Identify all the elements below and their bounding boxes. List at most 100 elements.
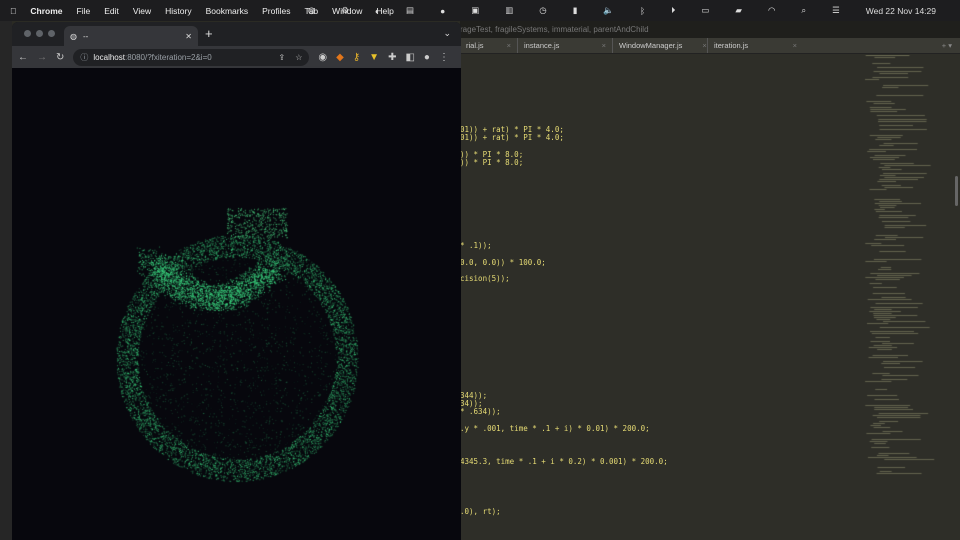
status-icon[interactable]: ▥ xyxy=(505,5,513,16)
editor-title: rageTest, fragileSystems, immaterial, pa… xyxy=(460,21,960,38)
url-path: :8080/?fxiteration=2&i=0 xyxy=(124,52,212,62)
minimize-window-button[interactable] xyxy=(36,30,43,37)
tab-label: instance.js xyxy=(524,41,560,50)
status-icon[interactable]: ▤ xyxy=(406,5,414,16)
menu-view[interactable]: View xyxy=(133,6,151,16)
status-icon[interactable]: ▮ xyxy=(573,5,578,16)
battery-icon[interactable]: ▰ xyxy=(735,5,742,16)
extension-icon[interactable]: ◉ xyxy=(318,52,327,63)
apple-icon[interactable]:  xyxy=(10,6,16,16)
side-panel-icon[interactable]: ◧ xyxy=(405,52,414,63)
new-tab-button[interactable]: + xyxy=(205,26,213,41)
volume-icon[interactable]: 🔈 xyxy=(603,5,614,16)
tab-label: rial.js xyxy=(466,41,484,50)
close-icon[interactable]: × xyxy=(602,41,606,50)
menu-edit[interactable]: Edit xyxy=(104,6,119,16)
back-button[interactable]: ← xyxy=(18,52,28,63)
editor-tab-active[interactable]: iteration.js × xyxy=(708,38,803,53)
menu-profiles[interactable]: Profiles xyxy=(262,6,290,16)
metamask-extension-icon[interactable]: ◆ xyxy=(336,52,344,63)
status-icon[interactable]: ⚙ xyxy=(341,5,349,16)
close-window-button[interactable] xyxy=(24,30,31,37)
status-icon[interactable]: ● xyxy=(440,6,445,16)
code-line: )) * PI * 8.0; xyxy=(460,158,524,168)
close-tab-icon[interactable]: ✕ xyxy=(185,32,192,41)
code-line: 0.0, 0.0)) * 100.0; xyxy=(460,257,546,267)
more-menu-icon[interactable]: ⋮ xyxy=(439,52,449,63)
url-host: localhost xyxy=(93,52,125,62)
tab-search-chevron-icon[interactable]: ⌄ xyxy=(443,28,451,39)
time-machine-icon[interactable]: ◷ xyxy=(539,5,546,16)
code-line: cision(5)); xyxy=(460,274,510,284)
code-line: * .1)); xyxy=(460,241,492,251)
maximize-window-button[interactable] xyxy=(48,30,55,37)
tab-strip: ◍ -- ✕ + ⌄ xyxy=(12,22,461,46)
menu-bookmarks[interactable]: Bookmarks xyxy=(206,6,249,16)
editor-tab[interactable]: WindowManager.js × xyxy=(613,38,708,53)
code-line: 344)); xyxy=(460,390,488,400)
code-area[interactable]: 01)) + rat) * PI * 4.0; 01)) + rat) * PI … xyxy=(460,125,668,516)
info-icon[interactable]: ⓘ xyxy=(80,52,88,63)
editor-tab[interactable]: rial.js × xyxy=(460,38,518,53)
control-center-icon[interactable]: ☰ xyxy=(832,5,840,16)
tab-label: WindowManager.js xyxy=(619,41,683,50)
scrollbar[interactable] xyxy=(955,176,958,206)
particle-sphere-canvas[interactable] xyxy=(12,68,461,540)
webgl-viewport[interactable] xyxy=(12,68,461,540)
clock[interactable]: Wed 22 Nov 14:29 xyxy=(866,6,936,16)
editor-tab[interactable]: instance.js × xyxy=(518,38,613,53)
address-bar[interactable]: ⓘ localhost:8080/?fxiteration=2&i=0 ⇪ ☆ xyxy=(73,48,310,66)
close-icon[interactable]: × xyxy=(793,41,797,50)
forward-button[interactable]: → xyxy=(37,52,47,63)
code-line: * .634)); xyxy=(460,407,501,417)
code-line: .y * .001, time * .1 + i) * 0.01) * 200.… xyxy=(460,423,650,433)
code-editor: rageTest, fragileSystems, immaterial, pa… xyxy=(460,21,960,540)
menu-history[interactable]: History xyxy=(165,6,191,16)
browser-window: ◍ -- ✕ + ⌄ ← → ↻ ⓘ localhost:8080/?fxite… xyxy=(12,22,461,540)
status-icon[interactable]: ▭ xyxy=(701,5,709,16)
tab-label: iteration.js xyxy=(714,41,749,50)
browser-tab[interactable]: ◍ -- ✕ xyxy=(64,26,198,46)
add-tab-icon[interactable]: + ▾ xyxy=(942,41,952,50)
share-icon[interactable]: ⇪ xyxy=(279,53,286,62)
status-icon[interactable]: ◍ xyxy=(308,5,315,16)
status-icon[interactable]: ◐ xyxy=(375,6,380,16)
key-extension-icon[interactable]: ⚷ xyxy=(353,52,360,63)
search-icon[interactable]: ⌕ xyxy=(801,5,806,16)
close-icon[interactable]: × xyxy=(507,41,511,50)
profile-avatar-icon[interactable]: ● xyxy=(424,52,430,63)
lock-icon[interactable]: ▣ xyxy=(471,5,479,16)
bookmark-star-icon[interactable]: ☆ xyxy=(295,53,302,62)
vue-extension-icon[interactable]: ▼ xyxy=(369,52,379,63)
reload-button[interactable]: ↻ xyxy=(56,52,64,63)
minimap[interactable] xyxy=(860,55,950,535)
bluetooth-icon[interactable]: ᛒ xyxy=(640,6,645,16)
play-icon[interactable]: ⏵ xyxy=(671,5,675,16)
globe-icon: ◍ xyxy=(70,31,77,41)
wifi-icon[interactable]: ◠ xyxy=(768,5,775,16)
close-icon[interactable]: × xyxy=(702,41,706,50)
extensions-puzzle-icon[interactable]: ✚ xyxy=(388,52,396,63)
menu-file[interactable]: File xyxy=(77,6,91,16)
menu-app-name[interactable]: Chrome xyxy=(30,6,62,16)
